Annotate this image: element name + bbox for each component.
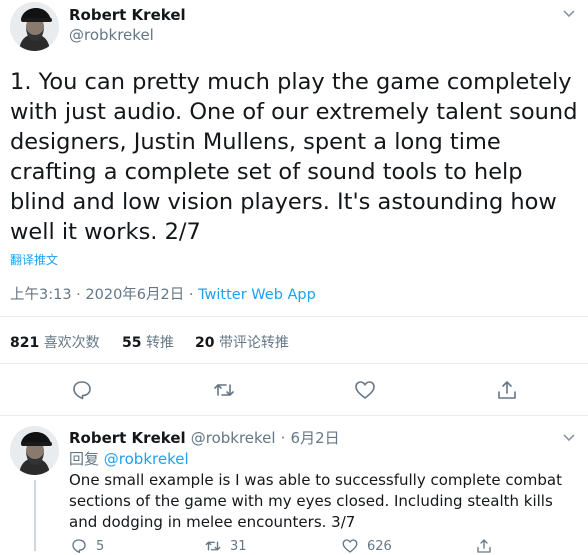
reply-share-button[interactable] <box>475 537 493 555</box>
thread-line <box>34 480 36 551</box>
replying-to-handle[interactable]: @robkrekel <box>104 450 189 468</box>
replying-to: 回复 @robkrekel <box>69 448 189 469</box>
reply-button[interactable] <box>70 378 94 402</box>
author-handle[interactable]: @robkrekel <box>69 26 154 44</box>
divider <box>0 316 588 317</box>
tweet-text: 1. You can pretty much play the game com… <box>10 69 578 245</box>
quote-tweets-stat[interactable]: 20 带评论转推 <box>195 332 289 352</box>
tweet-timestamp-line: 上午3:13 · 2020年6月2日 · Twitter Web App <box>10 283 316 304</box>
reply-retweet-button[interactable]: 31 <box>204 537 247 555</box>
retweet-button[interactable] <box>212 378 236 402</box>
reply-reply-button[interactable]: 5 <box>70 537 104 555</box>
likes-label: 喜欢次数 <box>43 335 100 351</box>
reply-like-button[interactable]: 626 <box>341 537 392 555</box>
reply-author-name[interactable]: Robert Krekel <box>69 429 186 447</box>
retweets-stat[interactable]: 55 转推 <box>122 332 174 352</box>
quote-tweets-count: 20 <box>195 335 215 351</box>
reply-icon <box>72 539 86 554</box>
reply-like-count: 626 <box>367 538 392 554</box>
translate-tweet-link[interactable]: 翻译推文 <box>10 251 58 268</box>
replying-to-prefix: 回复 <box>69 450 100 468</box>
avatar[interactable] <box>10 2 59 51</box>
share-icon <box>477 539 491 553</box>
reply-date[interactable]: 6月2日 <box>291 429 340 447</box>
heart-icon <box>342 539 358 553</box>
reply-avatar[interactable] <box>10 426 59 475</box>
reply-retweet-count: 31 <box>230 538 247 554</box>
retweet-icon <box>205 541 221 551</box>
chevron-down-icon[interactable] <box>562 430 576 448</box>
retweets-count: 55 <box>122 335 142 351</box>
chevron-down-icon[interactable] <box>562 6 576 24</box>
tweet-source[interactable]: Twitter Web App <box>198 287 316 303</box>
divider <box>0 415 588 416</box>
reply-separator: · <box>280 429 286 447</box>
reply-header: Robert Krekel @robkrekel · 6月2日 <box>69 427 340 448</box>
reply-author-handle[interactable]: @robkrekel <box>191 429 276 447</box>
author-name[interactable]: Robert Krekel <box>69 6 186 24</box>
quote-tweets-label: 带评论转推 <box>218 335 289 351</box>
heart-icon <box>355 381 375 399</box>
reply-text: One small example is I was able to succe… <box>69 471 562 531</box>
divider <box>0 363 588 364</box>
reply-count: 5 <box>96 538 105 554</box>
share-button[interactable] <box>495 378 519 402</box>
tweet-timestamp[interactable]: 上午3:13 · 2020年6月2日 · <box>10 287 198 303</box>
retweets-label: 转推 <box>145 335 174 351</box>
likes-count: 821 <box>10 335 40 351</box>
reply-icon <box>73 381 91 400</box>
share-icon <box>498 381 516 399</box>
retweet-icon <box>214 384 234 396</box>
likes-stat[interactable]: 821 喜欢次数 <box>10 332 100 352</box>
like-button[interactable] <box>353 378 377 402</box>
